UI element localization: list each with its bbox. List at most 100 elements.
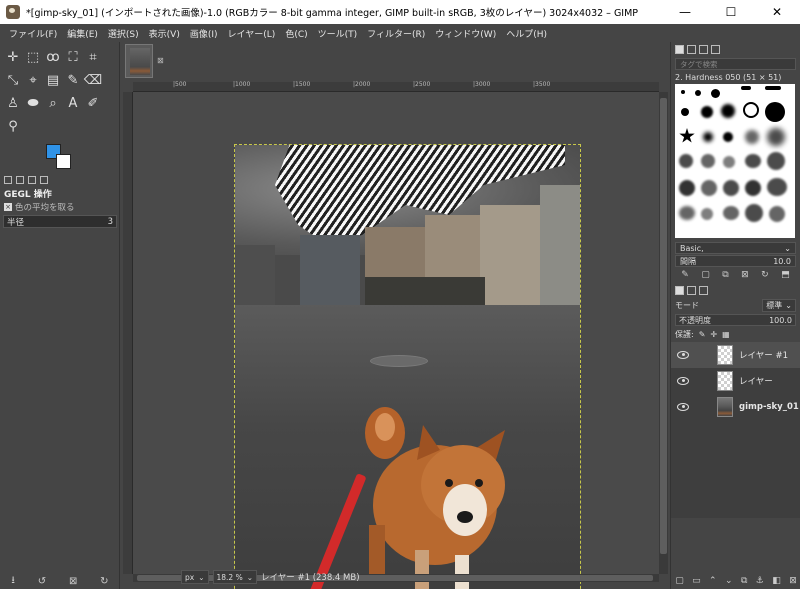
brush-preset-select[interactable]: Basic, ⌄ [675, 242, 796, 254]
document-history-tab-icon[interactable] [711, 44, 720, 54]
radius-spinner[interactable]: 半径 3 [3, 215, 117, 228]
maximize-button[interactable]: ☐ [708, 0, 754, 24]
delete-layer-icon[interactable]: ⊠ [789, 576, 797, 586]
new-layer-icon[interactable]: ▢ [675, 576, 684, 586]
text-tool-icon[interactable]: A [63, 92, 83, 115]
foreground-select-tool-icon[interactable]: ⛶ [63, 46, 83, 69]
manhole [370, 355, 428, 367]
clone-tool-icon[interactable]: ♙ [3, 92, 23, 115]
radius-value[interactable]: 3 [108, 217, 113, 227]
rect-select-tool-icon[interactable]: ⬚ [23, 46, 43, 69]
restore-options-icon[interactable]: ↺ [38, 576, 46, 587]
visibility-eye-icon[interactable] [677, 377, 689, 385]
layer-row[interactable]: レイヤー [671, 368, 800, 394]
duplicate-brush-icon[interactable]: ⧉ [722, 270, 728, 280]
layer-name[interactable]: gimp-sky_01 [739, 402, 799, 412]
brushes-tab-icon[interactable] [675, 44, 684, 54]
menu-colors[interactable]: 色(C) [280, 27, 312, 40]
device-status-tab-icon[interactable] [16, 176, 24, 184]
tool-options-tab-icon[interactable] [4, 176, 12, 184]
spacing-value[interactable]: 10.0 [773, 257, 791, 266]
paintbrush-tool-icon[interactable]: ✎ [63, 69, 83, 92]
toolbox-dock: ✛ ⬚ ꝏ ⛶ ⌗ ⤡ ⌖ ▤ ✎ ⌫ ♙ ⬬ ⌕ A ✐ ⚲ GEGL 操作 … [0, 42, 120, 589]
opacity-label: 不透明度 [679, 315, 711, 325]
layer-mode-select[interactable]: 標準 ⌄ [762, 298, 796, 312]
smudge-tool-icon[interactable]: ⬬ [23, 92, 43, 115]
raise-layer-icon[interactable]: ⌃ [709, 576, 717, 586]
reset-options-icon[interactable]: ↻ [100, 576, 108, 587]
opacity-value[interactable]: 100.0 [769, 316, 792, 325]
free-select-tool-icon[interactable]: ꝏ [43, 46, 63, 69]
menu-tools[interactable]: ツール(T) [313, 27, 363, 40]
duplicate-layer-icon[interactable]: ⧉ [741, 576, 747, 586]
color-picker-tool-icon[interactable]: ✐ [83, 92, 103, 115]
gradient-tool-icon[interactable]: ▤ [43, 69, 63, 92]
zoom-value[interactable]: 18.2 % [217, 573, 243, 582]
anchor-layer-icon[interactable]: ⚓ [756, 576, 764, 586]
delete-options-icon[interactable]: ⊠ [69, 576, 77, 587]
menu-help[interactable]: ヘルプ(H) [501, 27, 552, 40]
remove-operation-icon[interactable]: × [4, 203, 12, 211]
lower-layer-icon[interactable]: ⌄ [725, 576, 733, 586]
brush-tag-search[interactable]: タグで検索 [675, 58, 796, 70]
visibility-eye-icon[interactable] [677, 351, 689, 359]
image-tab[interactable] [125, 44, 153, 78]
image-canvas[interactable] [234, 144, 581, 589]
menu-file[interactable]: ファイル(F) [4, 27, 62, 40]
paths-tab-icon[interactable] [699, 285, 708, 295]
menu-layer[interactable]: レイヤー(L) [223, 27, 281, 40]
refresh-brush-icon[interactable]: ↻ [761, 270, 769, 280]
delete-brush-icon[interactable]: ⊠ [741, 270, 749, 280]
zoom-tool-icon[interactable]: ⚲ [3, 115, 23, 138]
layer-opacity-spinner[interactable]: 不透明度 100.0 [675, 314, 796, 326]
vertical-scrollbar[interactable] [659, 92, 668, 574]
image-tab-close-icon[interactable]: ⊠ [157, 56, 164, 65]
unit-select[interactable]: px ⌄ [181, 570, 209, 584]
color-swatches[interactable] [46, 144, 76, 172]
menu-select[interactable]: 選択(S) [103, 27, 144, 40]
background-color[interactable] [56, 154, 71, 169]
eraser-tool-icon[interactable]: ⌫ [83, 69, 103, 92]
chevron-down-icon: ⌄ [784, 243, 791, 253]
images-tab-icon[interactable] [40, 176, 48, 184]
brush-grid[interactable] [675, 84, 795, 238]
layer-name[interactable]: レイヤー #1 [739, 349, 788, 361]
layers-dock-tabs [671, 284, 800, 296]
patterns-tab-icon[interactable] [687, 44, 696, 54]
menu-view[interactable]: 表示(V) [144, 27, 185, 40]
menu-windows[interactable]: ウィンドウ(W) [430, 27, 501, 40]
move-tool-icon[interactable]: ✛ [3, 46, 23, 69]
new-layer-group-icon[interactable]: ▭ [692, 576, 701, 586]
lock-alpha-icon[interactable]: ▦ [722, 330, 730, 339]
visibility-eye-icon[interactable] [677, 403, 689, 411]
new-brush-icon[interactable]: ▢ [701, 270, 710, 280]
layer-row[interactable]: gimp-sky_01 [671, 394, 800, 420]
brush-spacing-spinner[interactable]: 間隔 10.0 [675, 255, 796, 267]
fonts-tab-icon[interactable] [699, 44, 708, 54]
close-button[interactable]: ✕ [754, 0, 800, 24]
layers-tab-icon[interactable] [675, 285, 684, 295]
transform-tool-icon[interactable]: ⤡ [3, 69, 23, 92]
menu-image[interactable]: 画像(I) [185, 27, 223, 40]
save-options-icon[interactable]: ⭳ [11, 573, 15, 589]
paths-tool-icon[interactable]: ⌕ [43, 92, 63, 115]
ruler-label: |2000 [353, 81, 371, 88]
undo-history-tab-icon[interactable] [28, 176, 36, 184]
menu-filters[interactable]: フィルター(R) [362, 27, 430, 40]
tool-options-panel: GEGL 操作 × 色の平均を取る 半径 3 [0, 186, 120, 230]
zoom-select[interactable]: 18.2 % ⌄ [212, 570, 258, 584]
channels-tab-icon[interactable] [687, 285, 696, 295]
crop-tool-icon[interactable]: ⌗ [83, 46, 103, 69]
warp-tool-icon[interactable]: ⌖ [23, 69, 43, 92]
canvas-area[interactable] [133, 92, 659, 589]
lock-position-icon[interactable]: ✛ [710, 330, 717, 339]
mask-layer-icon[interactable]: ◧ [772, 576, 781, 586]
lock-pixels-icon[interactable]: ✎ [699, 330, 706, 339]
layer-row[interactable]: レイヤー #1 [671, 342, 800, 368]
menu-edit[interactable]: 編集(E) [62, 27, 103, 40]
open-brush-icon[interactable]: ⬒ [781, 270, 790, 280]
edit-brush-icon[interactable]: ✎ [681, 270, 689, 280]
layer-name[interactable]: レイヤー [739, 375, 773, 387]
minimize-button[interactable]: — [662, 0, 708, 24]
window-title: *[gimp-sky_01] (インポートされた画像)-1.0 (RGBカラー … [26, 8, 639, 19]
